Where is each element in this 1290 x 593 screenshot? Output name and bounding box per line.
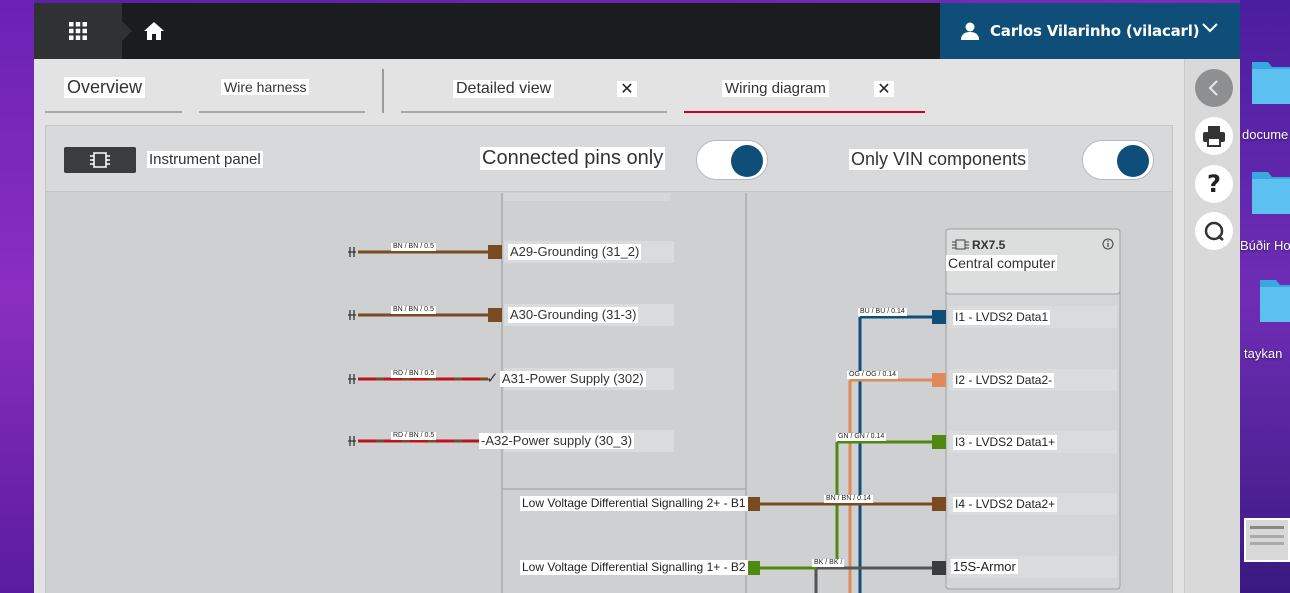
panel-header: Instrument panel Connected pins only Onl… [46, 126, 1172, 192]
tab-wiring-diagram[interactable]: Wiring diagram ✕ [684, 59, 925, 113]
tab-label: Overview [64, 77, 146, 98]
top-bar: Carlos Vilarinho (vilacarl) [34, 3, 1240, 59]
pin-marker [746, 561, 760, 575]
pin-label-a31[interactable]: A31-Power Supply (302) [500, 371, 646, 387]
toggle-vin-components[interactable] [1082, 140, 1154, 180]
chevron-left-icon [1208, 80, 1218, 96]
toggle-connected-label: Connected pins only [480, 147, 666, 170]
wire-tag: BU / BU / 0.14 [858, 308, 907, 316]
tab-wire-harness[interactable]: Wire harness [199, 59, 365, 113]
pin-marker [932, 373, 946, 387]
home-button[interactable] [136, 3, 172, 59]
tab-bar: Overview Wire harness Detailed view ✕ Wi… [34, 59, 1184, 121]
pin-label-b1[interactable]: Low Voltage Differential Signalling 2+ -… [520, 496, 748, 511]
desktop-background-left [0, 0, 34, 593]
toggle-connected-pins[interactable] [696, 140, 768, 180]
pin-label-b2[interactable]: Low Voltage Differential Signalling 1+ -… [520, 560, 748, 575]
apps-menu-button[interactable] [34, 3, 122, 59]
chat-bubble-icon [1204, 221, 1224, 241]
app-window: Carlos Vilarinho (vilacarl) Overview Wir… [34, 3, 1240, 593]
desktop-item-label[interactable]: taykan [1244, 346, 1282, 361]
check-icon: ✓ [486, 370, 499, 387]
toggle-vin-label: Only VIN components [849, 149, 1029, 170]
wire-tag: OG / OG / 0.14 [847, 371, 899, 379]
right-toolbar: ? [1184, 59, 1240, 593]
pin-label-i4[interactable]: I4 - LVDS2 Data2+ [953, 497, 1058, 512]
wire-tag: RD / BN / 0.5 [391, 370, 437, 378]
ecu-chip-icon [90, 152, 110, 168]
print-button[interactable] [1195, 117, 1233, 155]
desktop-background-right: docume Búðir Ho taykan [1240, 0, 1290, 593]
wire-tag: BN / BN / 0.14 [824, 495, 873, 503]
grid-icon [69, 22, 87, 40]
pin-row-partial [504, 193, 670, 201]
terminal-icon [348, 247, 356, 446]
desktop-item-label[interactable]: docume [1242, 127, 1288, 142]
pin-marker [932, 561, 946, 575]
folder-icon[interactable] [1260, 272, 1290, 322]
tab-detailed-view[interactable]: Detailed view ✕ [401, 59, 667, 113]
pin-label-15s[interactable]: 15S-Armor [951, 559, 1018, 574]
pin-label-i2[interactable]: I2 - LVDS2 Data2- [953, 373, 1055, 388]
tab-label: Wiring diagram [722, 80, 829, 98]
wire-tag: BK / BK / [812, 559, 845, 567]
component-icon-button[interactable] [64, 147, 136, 173]
help-button[interactable]: ? [1195, 165, 1233, 203]
question-mark-icon: ? [1207, 171, 1221, 197]
toggle-knob [731, 145, 763, 177]
pin-label-i3[interactable]: I3 - LVDS2 Data1+ [953, 435, 1058, 450]
tab-label: Wire harness [221, 79, 310, 96]
user-menu[interactable]: Carlos Vilarinho (vilacarl) [940, 3, 1240, 59]
component-name: Instrument panel [147, 151, 263, 168]
tab-divider [382, 69, 384, 113]
computer-code: RX7.5 [972, 238, 1006, 252]
svg-text:?: ? [1207, 171, 1221, 197]
pin-label-a30[interactable]: A30-Grounding (31-3) [508, 307, 639, 323]
tab-label: Detailed view [453, 80, 555, 99]
folder-icon[interactable] [1252, 164, 1290, 214]
wire-tag: RD / BN / 0.5 [391, 432, 437, 440]
pin-label-a32[interactable]: -A32-Power supply (30_3) [479, 433, 635, 449]
wiring-panel: Instrument panel Connected pins only Onl… [45, 125, 1173, 593]
user-name: Carlos Vilarinho (vilacarl) [990, 22, 1200, 40]
pin-marker [932, 310, 946, 324]
pin-marker [932, 497, 946, 511]
close-icon[interactable]: ✕ [617, 81, 637, 98]
pin-label-a29[interactable]: A29-Grounding (31_2) [508, 244, 642, 260]
feedback-button[interactable] [1195, 212, 1233, 250]
pin-marker [746, 497, 760, 511]
collapse-button[interactable] [1195, 69, 1233, 107]
toggle-knob [1117, 145, 1149, 177]
desktop-item-label[interactable]: Búðir Ho [1240, 238, 1290, 253]
chevron-down-icon[interactable] [1202, 23, 1218, 33]
computer-name: Central computer [946, 255, 1058, 271]
printer-icon [1203, 126, 1225, 147]
home-icon [144, 22, 164, 40]
folder-icon[interactable] [1252, 54, 1290, 104]
wiring-diagram: A29-Grounding (31_2) A30-Grounding (31-3… [46, 193, 1172, 593]
pin-marker [932, 435, 946, 449]
wire-tag: BN / BN / 0.5 [391, 243, 436, 251]
pin-label-i1[interactable]: I1 - LVDS2 Data1 [953, 310, 1051, 325]
tab-overview[interactable]: Overview [45, 59, 182, 113]
wire-tag: GN / GN / 0.14 [836, 433, 887, 441]
user-icon [961, 22, 979, 40]
wire-tag: BN / BN / 0.5 [391, 306, 436, 314]
close-icon[interactable]: ✕ [874, 81, 894, 98]
apps-notch [122, 21, 132, 41]
screenshot-thumbnail[interactable] [1244, 518, 1290, 562]
